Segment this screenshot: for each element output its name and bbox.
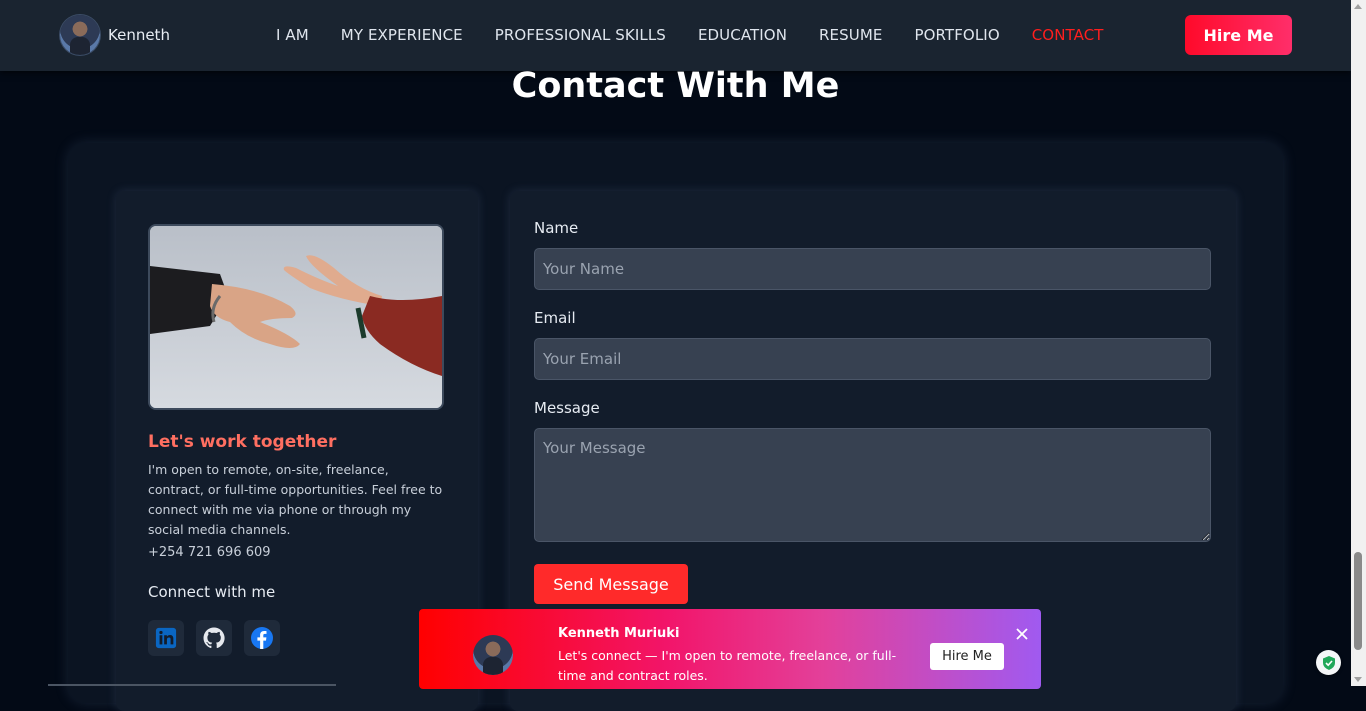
nav-item-i-am[interactable]: I AM xyxy=(276,26,309,44)
toast-name: Kenneth Muriuki xyxy=(558,626,680,641)
navbar: Kenneth I AM MY EXPERIENCE PROFESSIONAL … xyxy=(0,0,1351,71)
scroll-down-arrow-icon[interactable] xyxy=(1354,677,1362,682)
handshake-image xyxy=(148,224,444,410)
brand[interactable]: Kenneth xyxy=(60,15,170,55)
connect-label: Connect with me xyxy=(148,583,276,601)
linkedin-icon xyxy=(155,627,177,649)
facebook-icon xyxy=(251,627,273,649)
toast-avatar xyxy=(473,635,513,675)
phone-number: +254 721 696 609 xyxy=(148,545,271,560)
toast-hire-button[interactable]: Hire Me xyxy=(930,643,1004,670)
main-menu: I AM MY EXPERIENCE PROFESSIONAL SKILLS E… xyxy=(276,26,1136,44)
linkedin-link[interactable] xyxy=(148,620,184,656)
brand-name: Kenneth xyxy=(108,26,170,44)
nav-item-education[interactable]: EDUCATION xyxy=(698,26,787,44)
nav-item-professional-skills[interactable]: PROFESSIONAL SKILLS xyxy=(495,26,666,44)
message-textarea[interactable] xyxy=(534,428,1211,542)
nav-item-contact[interactable]: CONTACT xyxy=(1032,26,1104,44)
email-input[interactable] xyxy=(534,338,1211,380)
scrollbar-thumb[interactable] xyxy=(1354,552,1362,650)
scroll-up-arrow-icon[interactable] xyxy=(1354,4,1362,9)
hire-toast: Kenneth Muriuki Let's connect — I'm open… xyxy=(419,609,1041,689)
message-label: Message xyxy=(534,399,600,417)
nav-item-my-experience[interactable]: MY EXPERIENCE xyxy=(341,26,463,44)
work-together-title: Let's work together xyxy=(148,432,337,452)
social-links xyxy=(148,620,280,656)
name-label: Name xyxy=(534,219,579,237)
name-input[interactable] xyxy=(534,248,1211,290)
shield-check-icon xyxy=(1322,655,1335,670)
send-message-button[interactable]: Send Message xyxy=(534,564,688,604)
nav-item-portfolio[interactable]: PORTFOLIO xyxy=(914,26,999,44)
security-badge[interactable] xyxy=(1316,650,1341,675)
work-together-text: I'm open to remote, on-site, freelance, … xyxy=(148,462,443,537)
facebook-link[interactable] xyxy=(244,620,280,656)
close-icon[interactable] xyxy=(1015,627,1029,641)
github-link[interactable] xyxy=(196,620,232,656)
avatar xyxy=(60,15,100,55)
email-label: Email xyxy=(534,309,576,327)
nav-item-resume[interactable]: RESUME xyxy=(819,26,882,44)
section-title: Contact With Me xyxy=(511,66,840,106)
toast-message: Let's connect — I'm open to remote, free… xyxy=(558,648,897,683)
github-icon xyxy=(203,627,225,649)
hire-me-button[interactable]: Hire Me xyxy=(1185,15,1292,55)
